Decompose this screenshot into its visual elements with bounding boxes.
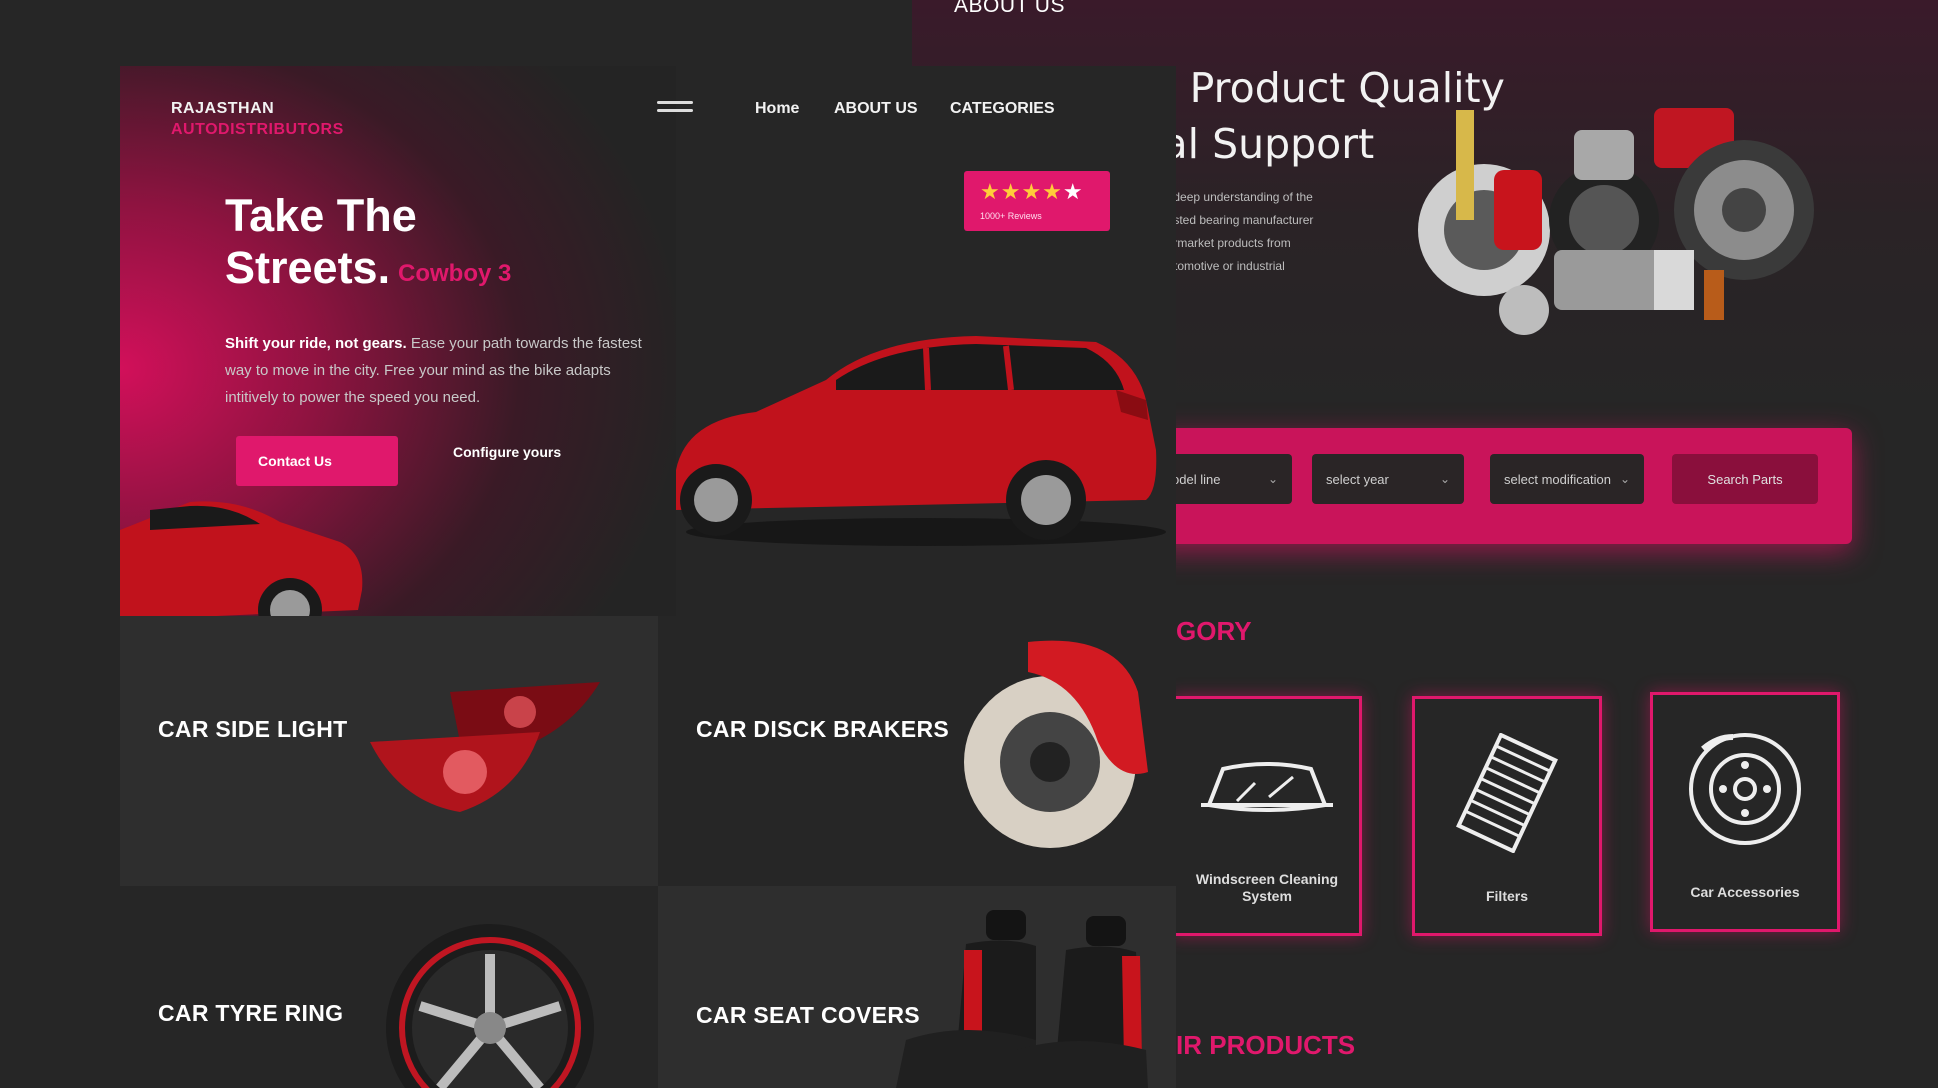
modification-select[interactable]: select modification ⌄ — [1490, 454, 1644, 504]
rating-badge: ★★★★★ 1000+ Reviews — [964, 171, 1110, 231]
chevron-down-icon: ⌄ — [1439, 472, 1450, 486]
hero-title-line1: Take The — [225, 190, 417, 241]
hero-title-line2: Streets. — [225, 242, 391, 293]
about-us-label: ABOUT US — [954, 0, 1065, 17]
windscreen-icon — [1201, 762, 1333, 812]
about-paragraph: end a deep understanding of the s a trus… — [1140, 186, 1396, 301]
alloy-wheel-image — [386, 924, 594, 1088]
category-heading: GORY — [1176, 616, 1252, 646]
about-para-line: end a deep understanding of the — [1140, 190, 1313, 204]
hero-description-bold: Shift your ride, not gears. — [225, 335, 407, 352]
star-rating: ★★★★★ — [980, 179, 1084, 204]
filter-icon — [1456, 733, 1558, 853]
category-card-filters[interactable]: Filters — [1412, 696, 1602, 936]
nav-categories[interactable]: CATEGORIES — [950, 100, 1055, 118]
red-suv-image — [676, 336, 1166, 546]
configure-yours-link[interactable]: Configure yours — [453, 444, 561, 460]
modification-value: select modification — [1504, 471, 1611, 487]
nav-about-us[interactable]: ABOUT US — [834, 100, 918, 118]
auto-parts-image — [1418, 108, 1814, 335]
brake-disc-icon — [1689, 733, 1801, 845]
about-para-line: ments. — [1140, 278, 1396, 301]
tail-light-image — [370, 682, 600, 812]
products-heading: IR PRODUCTS — [1176, 1030, 1356, 1060]
chevron-down-icon: ⌄ — [1267, 472, 1278, 486]
chevron-down-icon: ⌄ — [1619, 472, 1630, 486]
year-select[interactable]: select year ⌄ — [1312, 454, 1464, 504]
tile-car-side-light[interactable]: CAR SIDE LIGHT — [120, 616, 658, 886]
tile-title: CAR TYRE RING — [158, 1000, 344, 1026]
category-card-windscreen[interactable]: Windscreen Cleaning System — [1172, 696, 1362, 936]
seat-covers-image — [896, 910, 1148, 1088]
about-para-line: s a trusted bearing manufacturer — [1140, 213, 1314, 227]
category-label: Car Accessories — [1690, 884, 1800, 900]
search-parts-button[interactable]: Search Parts — [1672, 454, 1818, 504]
reviews-count: 1000+ Reviews — [980, 211, 1042, 221]
tile-title: CAR DISCK BRAKERS — [696, 716, 950, 742]
about-para-line: r of automotive or industrial — [1140, 259, 1285, 273]
about-para-line: of aftermarket products from — [1140, 236, 1291, 250]
brand-name-line2[interactable]: AUTODISTRIBUTORS — [171, 121, 344, 139]
menu-icon[interactable] — [657, 101, 693, 115]
parts-search-bar: t model line ⌄ select year ⌄ select modifi… — [1140, 428, 1852, 544]
nav-home[interactable]: Home — [755, 100, 799, 118]
hero-description: Shift your ride, not gears. Ease your pa… — [225, 330, 661, 411]
tile-car-tyre-ring[interactable]: CAR TYRE RING — [120, 886, 658, 1088]
tile-title: CAR SIDE LIGHT — [158, 716, 348, 742]
year-value: select year — [1326, 471, 1389, 487]
hero-accent-text: Cowboy 3 — [398, 260, 512, 287]
category-card-accessories[interactable]: Car Accessories — [1650, 692, 1840, 932]
tile-car-seat-covers[interactable]: CAR SEAT COVERS — [658, 886, 1176, 1088]
brake-disc-image — [964, 640, 1148, 848]
category-label: Filters — [1485, 888, 1528, 904]
brand-name-line1[interactable]: RAJASTHAN — [171, 100, 274, 118]
category-label: Windscreen Cleaning System — [1195, 871, 1339, 904]
tile-car-disc-brakes[interactable]: CAR DISCK BRAKERS — [658, 616, 1176, 886]
